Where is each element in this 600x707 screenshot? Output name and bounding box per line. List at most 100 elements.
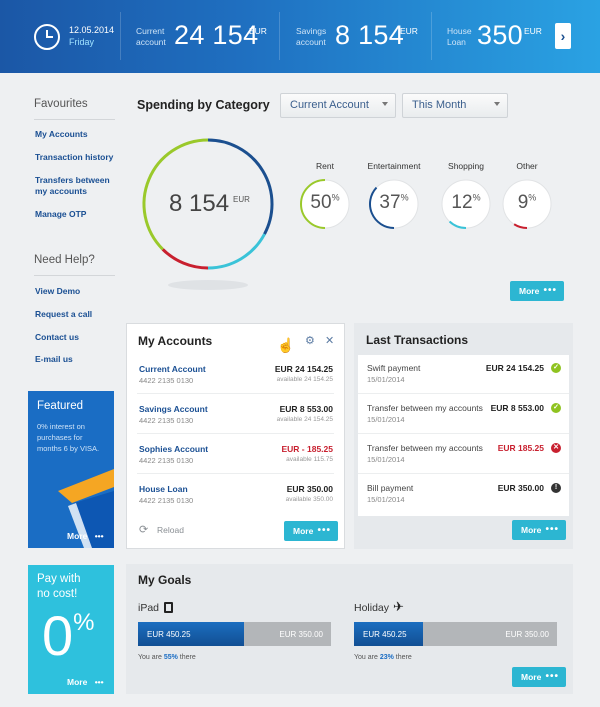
goal-status-holiday: You are 23% there bbox=[354, 654, 412, 661]
category-percent: 12% bbox=[442, 192, 490, 214]
category-label: Shopping bbox=[448, 161, 484, 171]
category-percent: 50% bbox=[301, 192, 349, 214]
featured-text-line: months 6 by VISA. bbox=[37, 444, 100, 453]
account-row[interactable]: Current Account 4422 2135 0130 EUR 24 154.… bbox=[127, 361, 344, 401]
goal-status-text: You are bbox=[354, 654, 378, 661]
divider bbox=[137, 393, 334, 394]
transaction-date: 15/01/2014 bbox=[367, 495, 405, 504]
transaction-date: 15/01/2014 bbox=[367, 415, 405, 424]
period-select[interactable]: This Month bbox=[402, 93, 508, 118]
accounts-more-button[interactable]: More ••• bbox=[284, 521, 338, 541]
sidebar-link-transfers[interactable]: Transfers between my accounts bbox=[35, 175, 110, 197]
summary-label: Savings bbox=[296, 26, 327, 36]
category-percent-value: 12 bbox=[451, 192, 473, 213]
account-available: available 24 154.25 bbox=[276, 376, 333, 383]
dots-icon: ••• bbox=[543, 285, 557, 296]
more-label: More bbox=[521, 525, 542, 535]
transaction-row[interactable]: Transfer between my accounts 15/01/2014 EU… bbox=[358, 440, 569, 480]
summary-value: 350 bbox=[477, 20, 523, 50]
spending-more-button[interactable]: More ••• bbox=[510, 281, 564, 301]
sidebar-link-view-demo[interactable]: View Demo bbox=[35, 286, 80, 297]
current-account-summary[interactable]: Current account 24 154 EUR bbox=[136, 0, 276, 73]
category-percent-sign: % bbox=[528, 192, 537, 203]
status-info-icon: ! bbox=[551, 483, 561, 493]
dots-icon: ••• bbox=[317, 525, 331, 536]
account-row[interactable]: Sophies Account 4422 2135 0130 EUR - 185.2… bbox=[127, 441, 344, 481]
payfree-title: Pay with no cost! bbox=[37, 572, 80, 602]
divider bbox=[34, 119, 115, 120]
account-select[interactable]: Current Account bbox=[280, 93, 396, 118]
favourites-heading: Favourites bbox=[34, 98, 88, 110]
summary-value: 8 154 bbox=[335, 20, 405, 50]
divider bbox=[358, 473, 569, 474]
sidebar-link-transaction-history[interactable]: Transaction history bbox=[35, 152, 113, 163]
featured-title: Featured bbox=[37, 400, 84, 412]
goal-status-text: You are bbox=[138, 654, 162, 661]
account-name: House Loan bbox=[139, 484, 188, 494]
top-summary-bar: 12.05.2014 Friday Current account 24 154… bbox=[0, 0, 600, 73]
transaction-date: 15/01/2014 bbox=[367, 455, 405, 464]
transaction-row[interactable]: Transfer between my accounts 15/01/2014 EU… bbox=[358, 400, 569, 440]
sidebar-link-text: my accounts bbox=[35, 186, 87, 196]
summary-label: House bbox=[447, 26, 472, 36]
divider bbox=[358, 393, 569, 394]
status-ok-icon: ✓ bbox=[551, 403, 561, 413]
transaction-row[interactable]: Bill payment 15/01/2014 EUR 350.00! bbox=[358, 480, 569, 520]
more-label: More bbox=[519, 286, 540, 296]
last-transactions-panel: Last Transactions Swift payment 15/01/201… bbox=[354, 323, 573, 549]
account-name: Current Account bbox=[139, 364, 206, 374]
my-goals-panel: My Goals iPad EUR 450.25 EUR 350.00 You … bbox=[126, 564, 573, 694]
category-percent: 9% bbox=[503, 192, 551, 214]
transaction-row[interactable]: Swift payment 15/01/2014 EUR 24 154.25 ✓ bbox=[358, 360, 569, 400]
transaction-amount: EUR 350.00 bbox=[497, 483, 544, 493]
account-number: 4422 2135 0130 bbox=[139, 456, 194, 465]
payfree-more-link[interactable]: More ••• bbox=[67, 677, 104, 687]
goals-more-button[interactable]: More ••• bbox=[512, 667, 566, 687]
featured-more-link[interactable]: More ••• bbox=[67, 531, 104, 541]
payfree-title-line: Pay with bbox=[37, 573, 81, 585]
goal-pct: 55% bbox=[163, 654, 178, 661]
savings-account-summary[interactable]: Savings account 8 154 EUR bbox=[296, 0, 426, 73]
sidebar-link-text: Transfers between bbox=[35, 175, 110, 185]
transactions-more-button[interactable]: More ••• bbox=[512, 520, 566, 540]
period-select-value: This Month bbox=[412, 99, 467, 111]
sidebar-link-contact-us[interactable]: Contact us bbox=[35, 332, 79, 343]
goal-status-text: there bbox=[179, 654, 196, 661]
spending-title: Spending by Category bbox=[137, 98, 270, 112]
payfree-zero: 0 bbox=[42, 604, 74, 667]
featured-text-line: purchases for bbox=[37, 433, 83, 442]
category-percent-value: 37 bbox=[379, 192, 401, 213]
sidebar-link-my-accounts[interactable]: My Accounts bbox=[35, 129, 88, 140]
payfree-big-number: 0% bbox=[42, 603, 95, 668]
chevron-right-icon[interactable]: › bbox=[555, 23, 571, 49]
account-row[interactable]: Savings Account 4422 2135 0130 EUR 8 553.0… bbox=[127, 401, 344, 441]
account-row[interactable]: House Loan 4422 2135 0130 EUR 350.00 availa… bbox=[127, 481, 344, 521]
account-name: Savings Account bbox=[139, 404, 208, 414]
more-label: More bbox=[521, 672, 542, 682]
transaction-name: Transfer between my accounts bbox=[367, 443, 483, 453]
category-percent: 37% bbox=[370, 192, 418, 214]
sidebar-link-manage-otp[interactable]: Manage OTP bbox=[35, 209, 86, 220]
transaction-amount: EUR 8 553.00 bbox=[490, 403, 544, 413]
gear-icon[interactable]: ⚙ bbox=[305, 334, 315, 347]
payfree-percent: % bbox=[73, 609, 95, 636]
transaction-amount: EUR 185.25 bbox=[497, 443, 544, 453]
sidebar-link-request-call[interactable]: Request a call bbox=[35, 309, 92, 320]
tablet-icon bbox=[164, 602, 173, 613]
house-loan-summary[interactable]: House Loan 350 EUR bbox=[447, 0, 547, 73]
spending-total-currency: EUR bbox=[233, 195, 250, 204]
summary-label: account bbox=[296, 37, 326, 47]
account-balance: EUR - 185.25 bbox=[281, 444, 334, 454]
sidebar-link-email-us[interactable]: E-mail us bbox=[35, 354, 73, 365]
reload-link[interactable]: Reload bbox=[157, 525, 184, 535]
pay-with-no-cost-card[interactable]: Pay with no cost! 0% More ••• bbox=[28, 565, 114, 694]
summary-label: account bbox=[136, 37, 166, 47]
reload-icon[interactable]: ⟳ bbox=[139, 523, 148, 536]
featured-card[interactable]: Featured 0% interest on purchases for mo… bbox=[28, 391, 114, 548]
last-transactions-title: Last Transactions bbox=[366, 333, 469, 347]
ring-segment bbox=[208, 233, 266, 270]
featured-text: 0% interest on purchases for months 6 by… bbox=[37, 421, 99, 454]
transaction-list: Swift payment 15/01/2014 EUR 24 154.25 ✓ Tra… bbox=[358, 355, 569, 516]
more-label: More bbox=[67, 677, 88, 687]
close-icon[interactable]: ✕ bbox=[325, 334, 334, 347]
